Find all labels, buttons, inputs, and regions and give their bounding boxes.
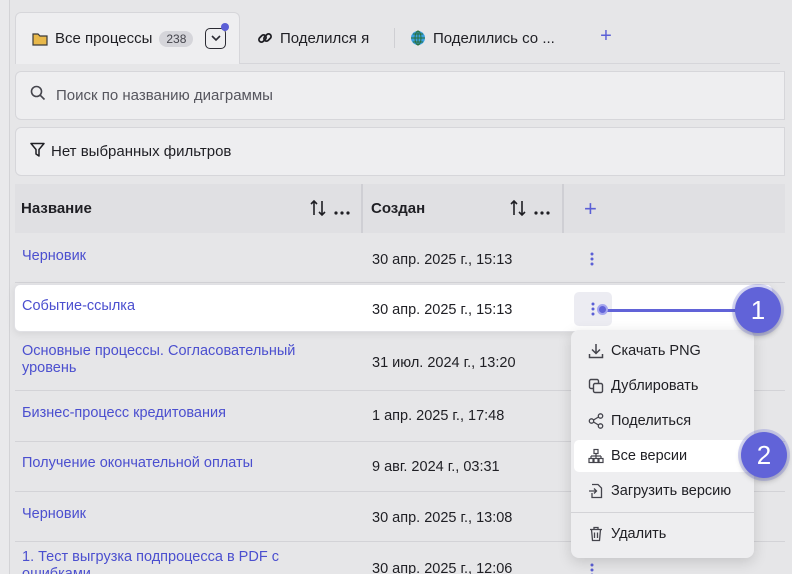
tab-shared-by-me-label: Поделился я bbox=[280, 29, 370, 47]
menu-item-share[interactable]: Поделиться bbox=[571, 405, 754, 437]
hierarchy-icon bbox=[588, 448, 604, 464]
callout-connector bbox=[603, 309, 743, 312]
copy-icon bbox=[588, 378, 604, 394]
tabs-underline bbox=[240, 63, 780, 64]
table-row-selected[interactable]: Событие-ссылка 30 апр. 2025 г., 15:13 bbox=[14, 284, 773, 332]
created-date: 30 апр. 2025 г., 15:13 bbox=[372, 252, 513, 268]
filter-bar[interactable]: Нет выбранных фильтров bbox=[15, 127, 785, 176]
menu-divider bbox=[571, 512, 754, 513]
menu-item-delete[interactable]: Удалить bbox=[571, 518, 754, 550]
share-icon bbox=[588, 413, 604, 429]
created-date: 30 апр. 2025 г., 13:08 bbox=[372, 510, 513, 526]
tab-shared-by-me[interactable]: Поделился я bbox=[256, 12, 369, 64]
tab-all-processes-label: Все процессы bbox=[55, 30, 153, 47]
column-menu-icon[interactable] bbox=[534, 202, 550, 220]
download-icon bbox=[588, 343, 604, 359]
created-date: 30 апр. 2025 г., 12:06 bbox=[372, 561, 513, 574]
created-date: 1 апр. 2025 г., 17:48 bbox=[372, 408, 505, 424]
diagram-name-link[interactable]: Бизнес-процесс кредитования bbox=[22, 405, 322, 422]
globe-icon bbox=[409, 29, 427, 47]
row-context-menu: Скачать PNG Дублировать Поделиться Все в… bbox=[571, 330, 754, 558]
diagram-name-link[interactable]: Событие-ссылка bbox=[22, 298, 322, 315]
row-menu-icon[interactable] bbox=[586, 562, 598, 574]
column-header-created-label: Создан bbox=[371, 200, 426, 217]
sort-icon[interactable] bbox=[310, 199, 326, 222]
search-input[interactable] bbox=[56, 87, 556, 104]
diagram-name-link[interactable]: Черновик bbox=[22, 248, 322, 265]
menu-item-download-png[interactable]: Скачать PNG bbox=[571, 335, 754, 367]
menu-item-all-versions[interactable]: Все версии bbox=[574, 440, 754, 472]
add-column-button[interactable]: + bbox=[564, 184, 785, 233]
menu-item-duplicate[interactable]: Дублировать bbox=[571, 370, 754, 402]
created-column-actions bbox=[510, 199, 550, 222]
left-panel-edge bbox=[0, 0, 10, 574]
sort-icon[interactable] bbox=[510, 199, 526, 222]
column-header-name-label: Название bbox=[21, 200, 92, 217]
callout-step-2: 2 bbox=[741, 432, 787, 478]
column-menu-icon[interactable] bbox=[334, 202, 350, 220]
menu-item-upload-version[interactable]: Загрузить версию bbox=[571, 475, 754, 507]
diagram-name-link[interactable]: Основные процессы. Согласовательный урове… bbox=[22, 343, 322, 377]
upload-file-icon bbox=[588, 483, 604, 499]
search-icon bbox=[30, 85, 46, 106]
filter-label: Нет выбранных фильтров bbox=[51, 143, 232, 160]
tab-dropdown-button[interactable] bbox=[205, 28, 226, 49]
tab-shared-with-me-label: Поделились со ... bbox=[433, 29, 555, 47]
table-row[interactable]: Черновик 30 апр. 2025 г., 15:13 bbox=[15, 233, 785, 283]
filter-icon bbox=[30, 142, 45, 162]
callout-anchor-dot bbox=[597, 304, 608, 315]
row-menu-icon[interactable] bbox=[586, 251, 598, 269]
search-bar bbox=[15, 71, 785, 120]
callout-step-1: 1 bbox=[735, 287, 781, 333]
created-date: 30 апр. 2025 г., 15:13 bbox=[372, 302, 513, 318]
tab-shared-with-me[interactable]: Поделились со ... bbox=[409, 12, 555, 64]
created-date: 9 авг. 2024 г., 03:31 bbox=[372, 459, 500, 475]
diagram-name-link[interactable]: 1. Тест выгрузка подпроцесса в PDF с ошиб… bbox=[22, 549, 322, 574]
chevron-down-icon bbox=[210, 35, 221, 42]
notification-dot bbox=[221, 23, 229, 31]
name-column-actions bbox=[310, 199, 350, 222]
tab-divider bbox=[394, 28, 395, 48]
process-count-badge: 238 bbox=[159, 30, 194, 47]
diagram-name-link[interactable]: Получение окончательной оплаты bbox=[22, 455, 322, 472]
add-tab-button[interactable]: + bbox=[596, 26, 616, 46]
folder-icon bbox=[31, 30, 49, 48]
trash-icon bbox=[588, 526, 604, 542]
diagram-name-link[interactable]: Черновик bbox=[22, 506, 322, 523]
created-date: 31 июл. 2024 г., 13:20 bbox=[372, 355, 516, 371]
link-icon bbox=[256, 29, 274, 47]
